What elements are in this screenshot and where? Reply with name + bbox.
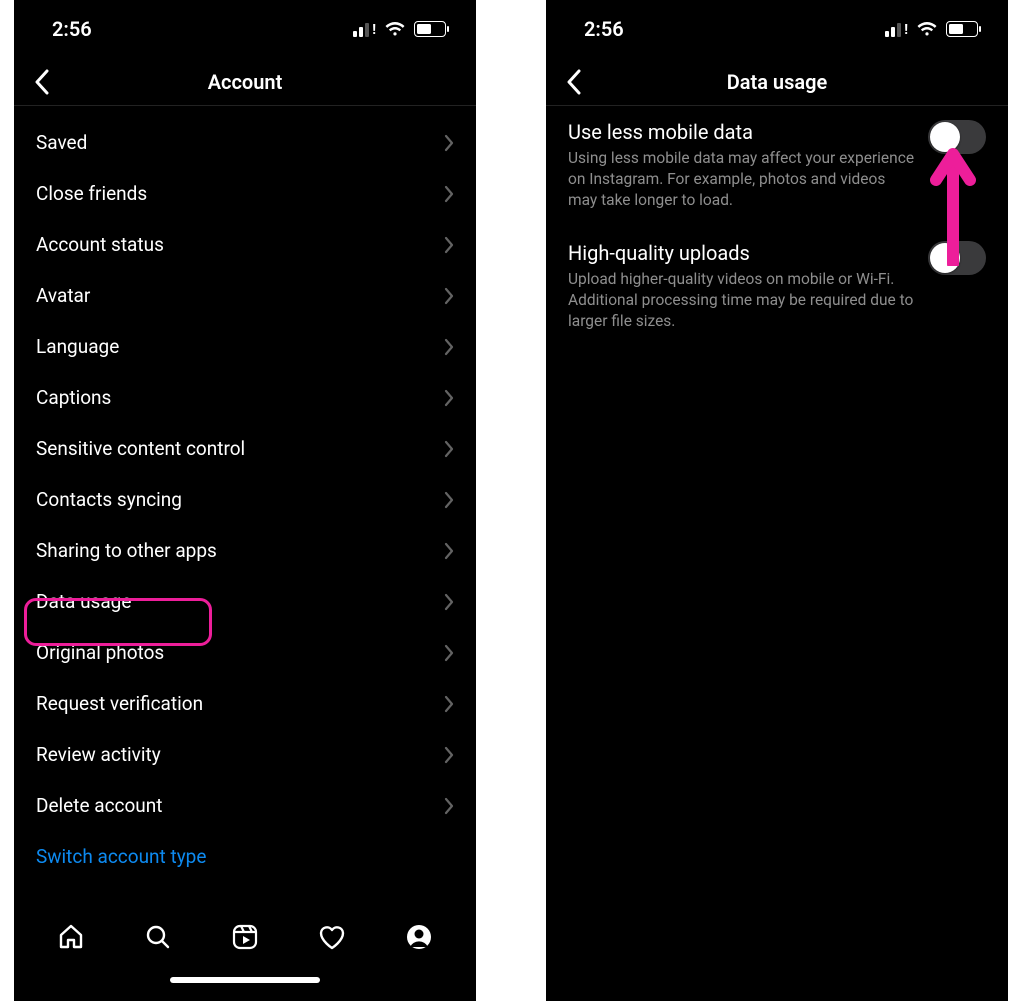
setting-title: Use less mobile data	[568, 120, 833, 144]
battery-icon	[946, 21, 978, 37]
bottom-tab-bar	[14, 907, 476, 967]
wifi-icon	[384, 21, 406, 37]
row-label: Close friends	[36, 182, 147, 205]
chevron-right-icon	[444, 134, 454, 152]
row-label: Contacts syncing	[36, 488, 182, 511]
row-label: Sensitive content control	[36, 437, 245, 460]
status-time: 2:56	[584, 17, 624, 41]
wifi-icon	[916, 21, 938, 37]
tab-activity[interactable]	[312, 917, 352, 957]
status-icons: !	[353, 21, 446, 37]
cellular-signal-icon: !	[353, 21, 376, 37]
page-title: Account	[208, 70, 283, 94]
status-bar: 2:56 !	[546, 0, 1008, 58]
row-label: Request verification	[36, 692, 203, 715]
settings-list[interactable]: Personal information Saved Close friends…	[14, 106, 476, 907]
back-button[interactable]	[552, 60, 596, 104]
row-label: Avatar	[36, 284, 90, 307]
chevron-right-icon	[444, 389, 454, 407]
setting-title: High-quality uploads	[568, 241, 830, 265]
row-original-photos[interactable]: Original photos	[14, 627, 476, 678]
row-close-friends[interactable]: Close friends	[14, 168, 476, 219]
chevron-right-icon	[444, 338, 454, 356]
link-label: Switch account type	[36, 845, 206, 868]
settings-content: Use less mobile data Using less mobile d…	[546, 106, 1008, 1001]
row-sensitive-content-control[interactable]: Sensitive content control	[14, 423, 476, 474]
row-label: Original photos	[36, 641, 164, 664]
tab-reels[interactable]	[225, 917, 265, 957]
chevron-right-icon	[444, 287, 454, 305]
row-saved[interactable]: Saved	[14, 117, 476, 168]
home-icon	[57, 923, 85, 951]
search-icon	[144, 923, 172, 951]
setting-description: Using less mobile data may affect your e…	[568, 148, 986, 211]
setting-description: Upload higher-quality videos on mobile o…	[568, 269, 986, 332]
chevron-right-icon	[444, 491, 454, 509]
row-label: Delete account	[36, 794, 163, 817]
row-captions[interactable]: Captions	[14, 372, 476, 423]
toggle-use-less-mobile-data[interactable]	[928, 120, 986, 154]
row-delete-account[interactable]: Delete account	[14, 780, 476, 831]
row-data-usage[interactable]: Data usage	[14, 576, 476, 627]
chevron-right-icon	[444, 644, 454, 662]
row-label: Language	[36, 335, 119, 358]
toggle-high-quality-uploads[interactable]	[928, 241, 986, 275]
data-usage-screen: 2:56 ! Data usage Use less mobile data U…	[546, 0, 1008, 1001]
row-sharing-to-other-apps[interactable]: Sharing to other apps	[14, 525, 476, 576]
row-label: Data usage	[36, 590, 131, 613]
setting-use-less-mobile-data: Use less mobile data Using less mobile d…	[546, 106, 1008, 215]
tab-search[interactable]	[138, 917, 178, 957]
tab-profile[interactable]	[399, 917, 439, 957]
chevron-right-icon	[444, 593, 454, 611]
status-icons: !	[885, 21, 978, 37]
home-indicator	[14, 967, 476, 1001]
reels-icon	[231, 923, 259, 951]
row-account-status[interactable]: Account status	[14, 219, 476, 270]
row-avatar[interactable]: Avatar	[14, 270, 476, 321]
row-label: Account status	[36, 233, 164, 256]
cellular-signal-icon: !	[885, 21, 908, 37]
chevron-right-icon	[444, 236, 454, 254]
profile-icon	[405, 923, 433, 951]
chevron-right-icon	[444, 440, 454, 458]
row-label: Captions	[36, 386, 111, 409]
tab-home[interactable]	[51, 917, 91, 957]
page-title: Data usage	[727, 70, 828, 94]
switch-account-type-link[interactable]: Switch account type	[14, 831, 476, 882]
row-request-verification[interactable]: Request verification	[14, 678, 476, 729]
nav-header: Data usage	[546, 58, 1008, 106]
battery-icon	[414, 21, 446, 37]
row-label: Sharing to other apps	[36, 539, 217, 562]
row-label: Review activity	[36, 743, 161, 766]
chevron-right-icon	[444, 185, 454, 203]
row-label: Saved	[36, 131, 87, 154]
heart-icon	[317, 923, 347, 951]
row-language[interactable]: Language	[14, 321, 476, 372]
status-time: 2:56	[52, 17, 92, 41]
chevron-right-icon	[444, 542, 454, 560]
chevron-right-icon	[444, 797, 454, 815]
setting-high-quality-uploads: High-quality uploads Upload higher-quali…	[546, 227, 1008, 336]
row-review-activity[interactable]: Review activity	[14, 729, 476, 780]
chevron-right-icon	[444, 695, 454, 713]
chevron-right-icon	[444, 746, 454, 764]
row-contacts-syncing[interactable]: Contacts syncing	[14, 474, 476, 525]
nav-header: Account	[14, 58, 476, 106]
back-button[interactable]	[20, 60, 64, 104]
status-bar: 2:56 !	[14, 0, 476, 58]
account-screen: 2:56 ! Account Personal information Save…	[14, 0, 476, 1001]
row-personal-information[interactable]: Personal information	[14, 106, 476, 117]
